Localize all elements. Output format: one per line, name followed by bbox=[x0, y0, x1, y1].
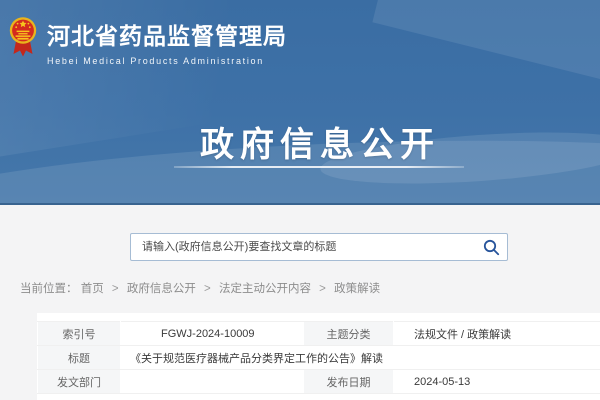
breadcrumb-item-gov-info[interactable]: 政府信息公开 bbox=[127, 283, 196, 295]
page-banner-title: 政府信息公开 bbox=[40, 117, 600, 166]
search-icon bbox=[483, 239, 500, 256]
search-input[interactable] bbox=[131, 234, 475, 260]
field-value-index-number: FGWJ-2024-10009 bbox=[121, 322, 304, 346]
field-label-title: 标题 bbox=[38, 346, 121, 370]
breadcrumb-item-legal-disclosure[interactable]: 法定主动公开内容 bbox=[219, 283, 311, 295]
table-row: 标题 《关于规范医疗器械产品分类界定工作的公告》解读 bbox=[38, 346, 600, 370]
field-value-title: 《关于规范医疗器械产品分类界定工作的公告》解读 bbox=[121, 346, 600, 370]
breadcrumb-item-policy-interpretation[interactable]: 政策解读 bbox=[334, 283, 380, 295]
field-label-issuing-department: 发文部门 bbox=[38, 370, 121, 394]
breadcrumb-separator: > bbox=[112, 283, 119, 295]
field-value-publish-date: 2024-05-13 bbox=[394, 370, 600, 394]
site-logo[interactable]: 河北省药品监督管理局 Hebei Medical Products Admini… bbox=[8, 12, 287, 66]
site-logo-text: 河北省药品监督管理局 Hebei Medical Products Admini… bbox=[47, 12, 287, 66]
breadcrumb-separator: > bbox=[319, 283, 326, 295]
site-header: 河北省药品监督管理局 Hebei Medical Products Admini… bbox=[0, 0, 600, 205]
breadcrumb-separator: > bbox=[204, 283, 211, 295]
banner-underline bbox=[174, 166, 464, 168]
national-emblem-icon bbox=[8, 14, 38, 58]
search-bar bbox=[130, 233, 508, 261]
field-label-publish-date: 发布日期 bbox=[304, 370, 394, 394]
field-label-index-number: 索引号 bbox=[38, 322, 121, 346]
field-value-issuing-department bbox=[121, 370, 304, 394]
document-meta-panel: 索引号 FGWJ-2024-10009 主题分类 法规文件 / 政策解读 标题 … bbox=[37, 313, 600, 400]
breadcrumb-label: 当前位置： bbox=[20, 283, 78, 295]
table-row: 索引号 FGWJ-2024-10009 主题分类 法规文件 / 政策解读 bbox=[38, 322, 600, 346]
org-name-en: Hebei Medical Products Administration bbox=[47, 56, 287, 66]
field-value-topic-category: 法规文件 / 政策解读 bbox=[394, 322, 600, 346]
search-button[interactable] bbox=[475, 234, 507, 260]
table-row: 发文部门 发布日期 2024-05-13 bbox=[38, 370, 600, 394]
breadcrumb-item-home[interactable]: 首页 bbox=[81, 283, 104, 295]
main-content: 当前位置： 首页 > 政府信息公开 > 法定主动公开内容 > 政策解读 索引号 … bbox=[0, 233, 600, 400]
org-name-zh: 河北省药品监督管理局 bbox=[47, 17, 287, 51]
banner-wave-decoration bbox=[372, 0, 600, 95]
field-label-topic-category: 主题分类 bbox=[304, 322, 394, 346]
document-meta-table: 索引号 FGWJ-2024-10009 主题分类 法规文件 / 政策解读 标题 … bbox=[37, 321, 600, 394]
breadcrumb: 当前位置： 首页 > 政府信息公开 > 法定主动公开内容 > 政策解读 bbox=[20, 280, 600, 296]
